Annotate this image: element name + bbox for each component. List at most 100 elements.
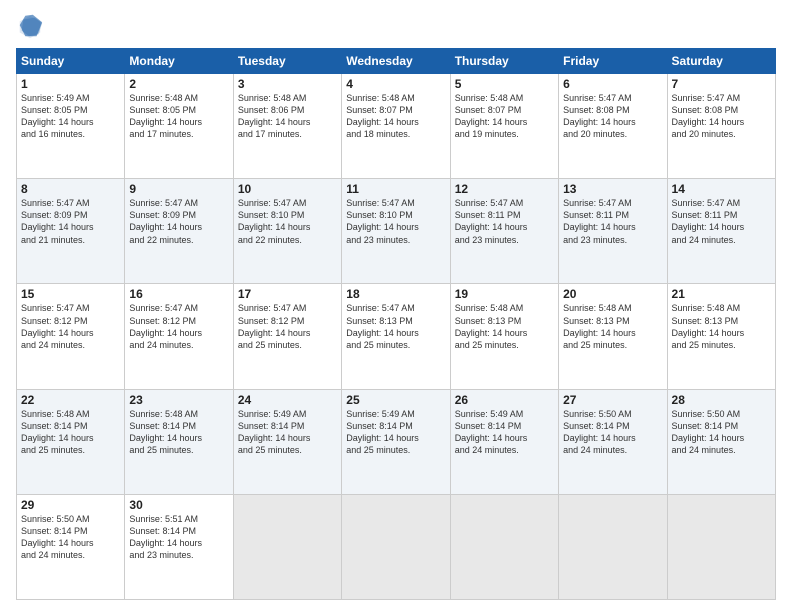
cell-details: Sunrise: 5:48 AM Sunset: 8:14 PM Dayligh… [21,408,120,457]
day-number: 13 [563,182,662,196]
cell-details: Sunrise: 5:48 AM Sunset: 8:07 PM Dayligh… [455,92,554,141]
cell-details: Sunrise: 5:47 AM Sunset: 8:10 PM Dayligh… [346,197,445,246]
cell-details: Sunrise: 5:49 AM Sunset: 8:14 PM Dayligh… [455,408,554,457]
calendar-cell: 12Sunrise: 5:47 AM Sunset: 8:11 PM Dayli… [450,179,558,284]
cell-details: Sunrise: 5:50 AM Sunset: 8:14 PM Dayligh… [563,408,662,457]
day-number: 4 [346,77,445,91]
cell-details: Sunrise: 5:47 AM Sunset: 8:11 PM Dayligh… [455,197,554,246]
calendar-cell [559,494,667,599]
cell-details: Sunrise: 5:47 AM Sunset: 8:08 PM Dayligh… [563,92,662,141]
cell-details: Sunrise: 5:51 AM Sunset: 8:14 PM Dayligh… [129,513,228,562]
col-header-wednesday: Wednesday [342,49,450,74]
day-number: 5 [455,77,554,91]
cell-details: Sunrise: 5:47 AM Sunset: 8:11 PM Dayligh… [563,197,662,246]
cell-details: Sunrise: 5:47 AM Sunset: 8:08 PM Dayligh… [672,92,771,141]
cell-details: Sunrise: 5:50 AM Sunset: 8:14 PM Dayligh… [21,513,120,562]
cell-details: Sunrise: 5:47 AM Sunset: 8:10 PM Dayligh… [238,197,337,246]
calendar-cell: 1Sunrise: 5:49 AM Sunset: 8:05 PM Daylig… [17,74,125,179]
calendar-cell [233,494,341,599]
cell-details: Sunrise: 5:48 AM Sunset: 8:05 PM Dayligh… [129,92,228,141]
calendar-cell: 2Sunrise: 5:48 AM Sunset: 8:05 PM Daylig… [125,74,233,179]
day-number: 1 [21,77,120,91]
calendar-cell: 29Sunrise: 5:50 AM Sunset: 8:14 PM Dayli… [17,494,125,599]
logo [16,12,48,40]
day-number: 7 [672,77,771,91]
day-number: 10 [238,182,337,196]
calendar-cell: 9Sunrise: 5:47 AM Sunset: 8:09 PM Daylig… [125,179,233,284]
cell-details: Sunrise: 5:48 AM Sunset: 8:13 PM Dayligh… [455,302,554,351]
calendar-cell: 13Sunrise: 5:47 AM Sunset: 8:11 PM Dayli… [559,179,667,284]
day-number: 24 [238,393,337,407]
calendar-cell: 25Sunrise: 5:49 AM Sunset: 8:14 PM Dayli… [342,389,450,494]
cell-details: Sunrise: 5:48 AM Sunset: 8:14 PM Dayligh… [129,408,228,457]
calendar-week-4: 22Sunrise: 5:48 AM Sunset: 8:14 PM Dayli… [17,389,776,494]
cell-details: Sunrise: 5:47 AM Sunset: 8:13 PM Dayligh… [346,302,445,351]
day-number: 26 [455,393,554,407]
col-header-saturday: Saturday [667,49,775,74]
col-header-sunday: Sunday [17,49,125,74]
cell-details: Sunrise: 5:47 AM Sunset: 8:12 PM Dayligh… [21,302,120,351]
calendar-cell: 11Sunrise: 5:47 AM Sunset: 8:10 PM Dayli… [342,179,450,284]
calendar-week-1: 1Sunrise: 5:49 AM Sunset: 8:05 PM Daylig… [17,74,776,179]
cell-details: Sunrise: 5:47 AM Sunset: 8:12 PM Dayligh… [129,302,228,351]
cell-details: Sunrise: 5:49 AM Sunset: 8:14 PM Dayligh… [346,408,445,457]
col-header-tuesday: Tuesday [233,49,341,74]
cell-details: Sunrise: 5:49 AM Sunset: 8:05 PM Dayligh… [21,92,120,141]
calendar-cell [342,494,450,599]
cell-details: Sunrise: 5:50 AM Sunset: 8:14 PM Dayligh… [672,408,771,457]
calendar-cell: 26Sunrise: 5:49 AM Sunset: 8:14 PM Dayli… [450,389,558,494]
cell-details: Sunrise: 5:48 AM Sunset: 8:06 PM Dayligh… [238,92,337,141]
col-header-thursday: Thursday [450,49,558,74]
calendar-cell: 16Sunrise: 5:47 AM Sunset: 8:12 PM Dayli… [125,284,233,389]
day-number: 16 [129,287,228,301]
calendar-cell: 23Sunrise: 5:48 AM Sunset: 8:14 PM Dayli… [125,389,233,494]
cell-details: Sunrise: 5:47 AM Sunset: 8:09 PM Dayligh… [21,197,120,246]
calendar-cell [667,494,775,599]
calendar-cell: 19Sunrise: 5:48 AM Sunset: 8:13 PM Dayli… [450,284,558,389]
calendar-cell: 17Sunrise: 5:47 AM Sunset: 8:12 PM Dayli… [233,284,341,389]
calendar-cell: 30Sunrise: 5:51 AM Sunset: 8:14 PM Dayli… [125,494,233,599]
calendar-cell: 6Sunrise: 5:47 AM Sunset: 8:08 PM Daylig… [559,74,667,179]
page: SundayMondayTuesdayWednesdayThursdayFrid… [0,0,792,612]
day-number: 11 [346,182,445,196]
day-number: 2 [129,77,228,91]
calendar-week-3: 15Sunrise: 5:47 AM Sunset: 8:12 PM Dayli… [17,284,776,389]
calendar-cell: 7Sunrise: 5:47 AM Sunset: 8:08 PM Daylig… [667,74,775,179]
calendar-cell: 21Sunrise: 5:48 AM Sunset: 8:13 PM Dayli… [667,284,775,389]
day-number: 6 [563,77,662,91]
calendar-cell: 18Sunrise: 5:47 AM Sunset: 8:13 PM Dayli… [342,284,450,389]
day-number: 12 [455,182,554,196]
day-number: 22 [21,393,120,407]
day-number: 30 [129,498,228,512]
calendar-cell: 14Sunrise: 5:47 AM Sunset: 8:11 PM Dayli… [667,179,775,284]
calendar-week-5: 29Sunrise: 5:50 AM Sunset: 8:14 PM Dayli… [17,494,776,599]
cell-details: Sunrise: 5:47 AM Sunset: 8:11 PM Dayligh… [672,197,771,246]
calendar-cell: 8Sunrise: 5:47 AM Sunset: 8:09 PM Daylig… [17,179,125,284]
day-number: 19 [455,287,554,301]
calendar-cell: 15Sunrise: 5:47 AM Sunset: 8:12 PM Dayli… [17,284,125,389]
calendar-table: SundayMondayTuesdayWednesdayThursdayFrid… [16,48,776,600]
cell-details: Sunrise: 5:49 AM Sunset: 8:14 PM Dayligh… [238,408,337,457]
col-header-friday: Friday [559,49,667,74]
day-number: 9 [129,182,228,196]
calendar-cell: 24Sunrise: 5:49 AM Sunset: 8:14 PM Dayli… [233,389,341,494]
cell-details: Sunrise: 5:47 AM Sunset: 8:12 PM Dayligh… [238,302,337,351]
day-number: 14 [672,182,771,196]
day-number: 3 [238,77,337,91]
day-number: 28 [672,393,771,407]
day-number: 27 [563,393,662,407]
day-number: 15 [21,287,120,301]
day-number: 18 [346,287,445,301]
calendar-cell: 3Sunrise: 5:48 AM Sunset: 8:06 PM Daylig… [233,74,341,179]
cell-details: Sunrise: 5:48 AM Sunset: 8:13 PM Dayligh… [672,302,771,351]
cell-details: Sunrise: 5:48 AM Sunset: 8:07 PM Dayligh… [346,92,445,141]
cell-details: Sunrise: 5:47 AM Sunset: 8:09 PM Dayligh… [129,197,228,246]
calendar-week-2: 8Sunrise: 5:47 AM Sunset: 8:09 PM Daylig… [17,179,776,284]
day-number: 17 [238,287,337,301]
calendar-cell [450,494,558,599]
calendar-cell: 5Sunrise: 5:48 AM Sunset: 8:07 PM Daylig… [450,74,558,179]
calendar-cell: 28Sunrise: 5:50 AM Sunset: 8:14 PM Dayli… [667,389,775,494]
calendar-header-row: SundayMondayTuesdayWednesdayThursdayFrid… [17,49,776,74]
calendar-cell: 20Sunrise: 5:48 AM Sunset: 8:13 PM Dayli… [559,284,667,389]
day-number: 20 [563,287,662,301]
